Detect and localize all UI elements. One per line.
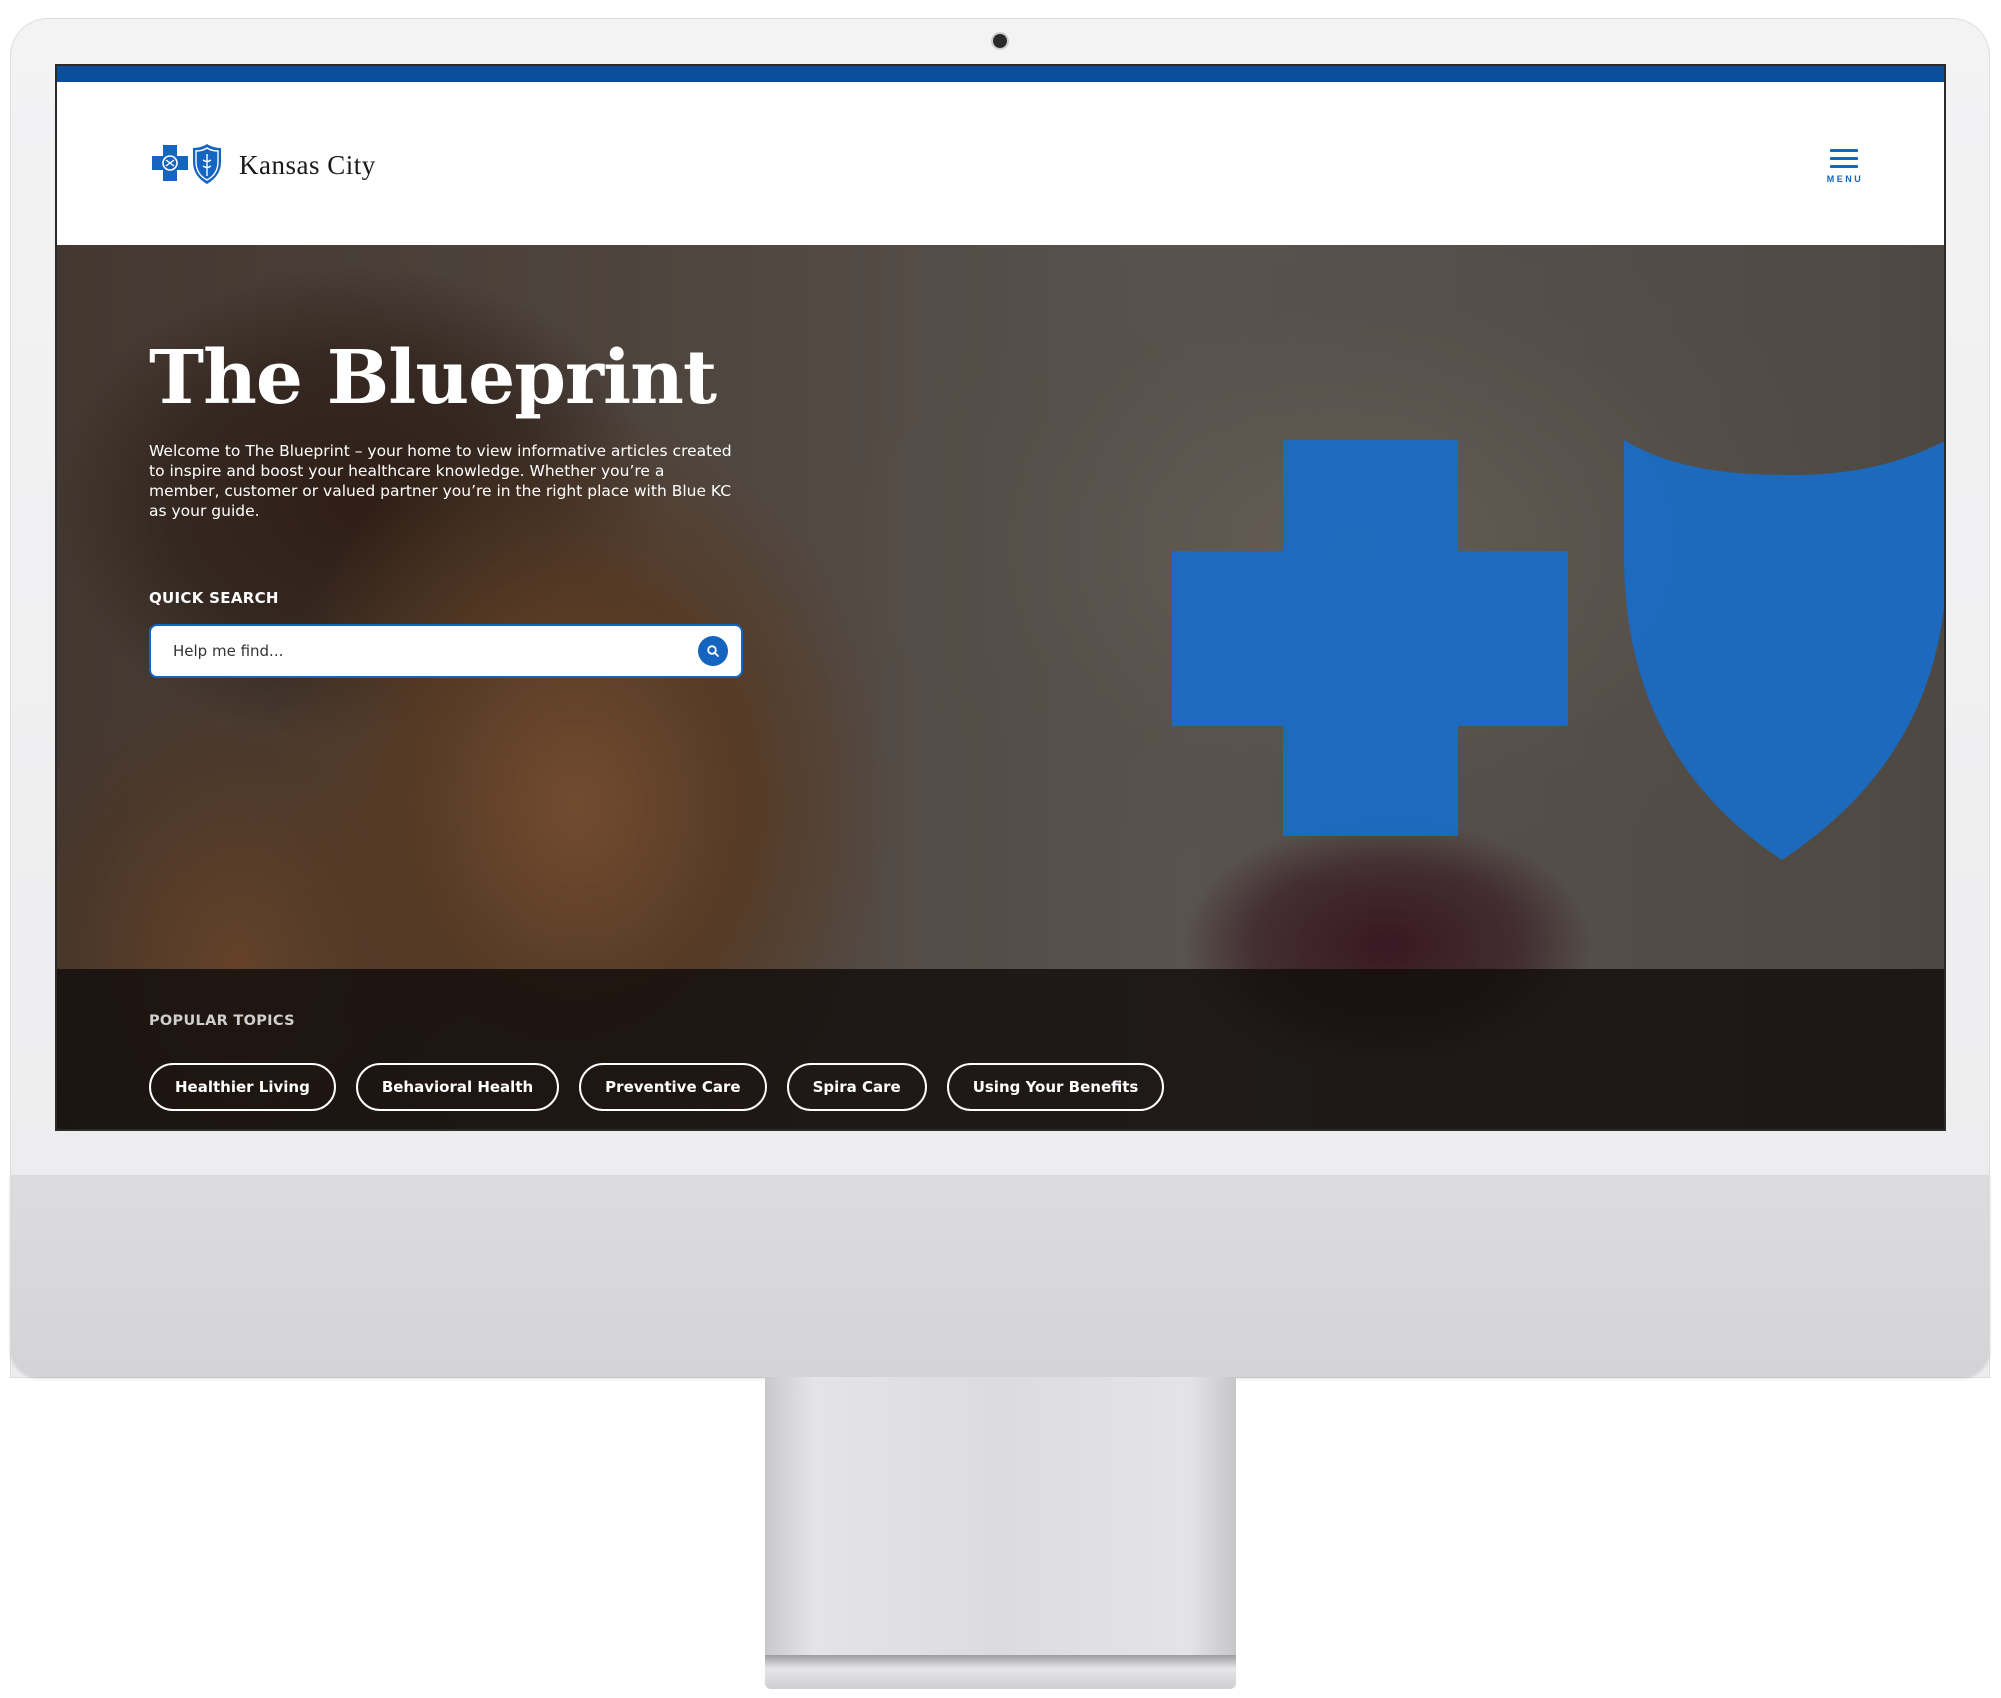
quick-search-label: QUICK SEARCH	[149, 589, 279, 607]
page-title: The Blueprint	[149, 335, 717, 421]
quick-search-box	[149, 624, 743, 678]
brand-name: Kansas City	[239, 149, 376, 180]
topic-preventive-care[interactable]: Preventive Care	[579, 1063, 767, 1111]
popular-topics-label: POPULAR TOPICS	[149, 1013, 295, 1029]
topic-healthier-living[interactable]: Healthier Living	[149, 1063, 336, 1111]
cross-icon	[1172, 440, 1568, 836]
search-input[interactable]	[173, 626, 673, 676]
topic-behavioral-health[interactable]: Behavioral Health	[355, 1063, 560, 1111]
brand-logo-link[interactable]: Kansas City	[149, 142, 376, 188]
monitor-stand	[765, 1377, 1236, 1659]
popular-topics-section: POPULAR TOPICS Healthier Living Behavior…	[57, 969, 1944, 1129]
monitor-stand-base	[765, 1655, 1236, 1689]
site-header: Kansas City MENU	[57, 82, 1944, 245]
hero-section: The Blueprint Welcome to The Blueprint –…	[57, 245, 1944, 1129]
menu-button[interactable]: MENU	[1822, 149, 1866, 193]
brand-art	[1172, 440, 1944, 860]
screen: Kansas City MENU The Blueprint Welcome t…	[55, 64, 1946, 1131]
topic-spira-care[interactable]: Spira Care	[786, 1063, 927, 1111]
camera-icon	[993, 34, 1007, 48]
shield-icon	[1624, 440, 1944, 860]
monitor-chin	[10, 1175, 1990, 1377]
search-icon	[707, 645, 719, 657]
search-button[interactable]	[698, 636, 728, 666]
topic-using-your-benefits[interactable]: Using Your Benefits	[946, 1063, 1165, 1111]
menu-label: MENU	[1826, 174, 1864, 184]
hamburger-icon	[1830, 149, 1858, 173]
bcbs-logo-icon	[152, 144, 221, 184]
hero-intro-text: Welcome to The Blueprint – your home to …	[149, 442, 732, 520]
top-accent-bar	[57, 66, 1944, 82]
popular-topics-list: Healthier Living Behavioral Health Preve…	[149, 1063, 1165, 1111]
